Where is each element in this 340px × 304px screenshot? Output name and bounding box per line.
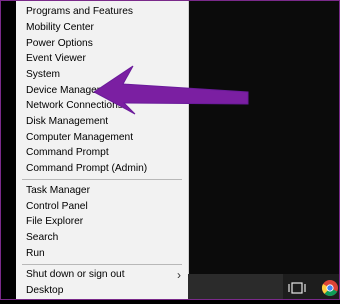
- task-view-icon[interactable]: [286, 278, 308, 298]
- menu-item-task-manager[interactable]: Task Manager: [16, 183, 188, 199]
- menu-item-run[interactable]: Run: [16, 246, 188, 262]
- menu-item-control-panel[interactable]: Control Panel: [16, 199, 188, 215]
- menu-item-file-explorer[interactable]: File Explorer: [16, 214, 188, 230]
- menu-item-system[interactable]: System: [16, 67, 188, 83]
- menu-item-label: Shut down or sign out: [26, 269, 125, 280]
- menu-item-search[interactable]: Search: [16, 230, 188, 246]
- menu-item-programs-and-features[interactable]: Programs and Features: [16, 4, 188, 20]
- taskbar-search-area[interactable]: [188, 274, 283, 300]
- menu-item-command-prompt-admin[interactable]: Command Prompt (Admin): [16, 161, 188, 177]
- menu-item-disk-management[interactable]: Disk Management: [16, 114, 188, 130]
- menu-item-shut-down-or-sign-out[interactable]: Shut down or sign out ›: [16, 267, 188, 283]
- menu-separator: [22, 179, 182, 180]
- menu-item-device-manager[interactable]: Device Manager: [16, 83, 188, 99]
- menu-item-mobility-center[interactable]: Mobility Center: [16, 20, 188, 36]
- menu-item-network-connections[interactable]: Network Connections: [16, 98, 188, 114]
- desktop-background: [188, 0, 340, 300]
- quick-link-menu: Programs and Features Mobility Center Po…: [16, 0, 189, 300]
- menu-separator: [22, 264, 182, 265]
- menu-item-command-prompt[interactable]: Command Prompt: [16, 145, 188, 161]
- menu-item-desktop[interactable]: Desktop: [16, 283, 188, 299]
- chevron-right-icon: ›: [177, 268, 181, 282]
- menu-item-event-viewer[interactable]: Event Viewer: [16, 51, 188, 67]
- menu-item-power-options[interactable]: Power Options: [16, 36, 188, 52]
- menu-item-computer-management[interactable]: Computer Management: [16, 130, 188, 146]
- chrome-icon[interactable]: [320, 277, 340, 299]
